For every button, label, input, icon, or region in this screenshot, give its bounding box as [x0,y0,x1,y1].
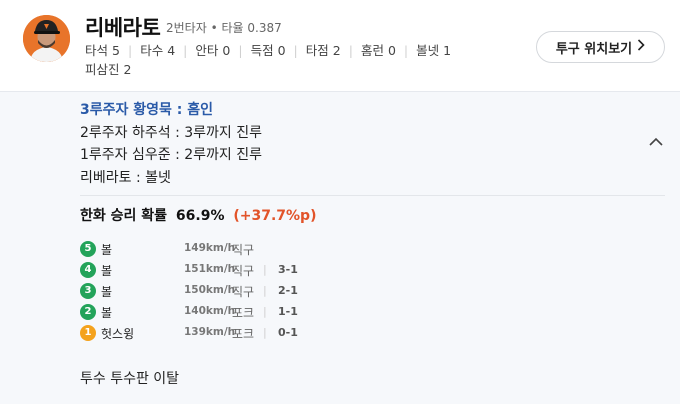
stat-value: 1 [443,43,452,58]
pitch-list: 5 볼 149km/h 직구 4 볼 151km/h 직구 | 3-1 3 볼 150km/h 직구 | 2-… [80,239,380,344]
chevron-up-icon[interactable] [647,134,665,148]
player-avatar [23,15,70,62]
count-separator: | [263,305,267,318]
pitch-kind: 직구 [232,285,255,299]
stat-label: 홈런 [360,43,384,58]
pitch-number-badge: 4 [80,262,96,278]
player-meta: 2번타자 • 타율 0.387 [166,19,282,36]
pitch-row: 5 볼 149km/h 직구 [80,239,380,260]
pitch-kind: 포크 [232,327,255,341]
play-event: 3루주자 황영묵 : 홈인 [80,102,214,118]
stat-value: 0 [222,43,231,58]
pitch-result: 볼 [101,264,113,278]
stat-label: 안타 [195,43,219,58]
pitch-speed: 150km/h [184,284,236,296]
win-prob-value: 66.9% [175,208,225,224]
stat-separator: | [127,43,133,58]
stat-separator: | [403,43,409,58]
stat-label: 타석 [85,43,109,58]
pitch-result: 볼 [101,285,113,299]
pitch-result: 볼 [101,306,113,320]
stat-separator: | [348,43,353,58]
win-prob-label: 한화 승리 확률 [80,208,168,224]
batter-stats: 타석 5 | 타수 4 | 안타 0 | 득점 0 | 타점 2 | 홈런 0 | 볼넷 1 피삼진 2 [85,41,505,79]
stat-label: 피삼진 [85,62,120,77]
play-events: 3루주자 황영묵 : 홈인 2루주자 하주석 : 3루까지 진루 1루주자 심우준 … [80,99,262,189]
win-probability: 한화 승리 확률 66.9% (+37.7%p) [80,205,316,225]
stat-item: 타수 4 [140,41,175,60]
ball-strike-count: 2-1 [278,284,298,297]
pitch-kind: 직구 [232,264,255,278]
ball-strike-count: 0-1 [278,326,298,339]
player-photo-icon [23,15,70,62]
player-name: 리베라토 [85,16,161,40]
stat-item: 피삼진 2 [85,60,131,79]
pitch-location-label: 투구 위치보기 [555,41,633,57]
pitch-speed: 151km/h [184,263,236,275]
play-event: 리베라토 : 볼넷 [80,169,171,186]
avg-value: 0.387 [247,21,282,35]
stat-item: 볼넷 1 [416,41,451,60]
pitch-row: 3 볼 150km/h 직구 | 2-1 [80,281,380,302]
stat-item: 안타 0 [195,41,230,60]
stat-separator: | [238,43,243,58]
pitch-result: 헛스윙 [101,327,135,341]
stat-label: 타점 [305,43,329,58]
pitch-number-badge: 1 [80,325,96,341]
pitch-kind: 포크 [232,306,255,320]
stat-separator: | [293,43,298,58]
pitch-location-button[interactable]: 투구 위치보기 [536,31,665,63]
batting-order: 2번타자 [166,21,207,35]
win-prob-delta: (+37.7%p) [233,208,317,224]
batter-header: 리베라토 2번타자 • 타율 0.387 타석 5 | 타수 4 | 안타 0 | 득점 0 | 타점 2… [0,0,680,92]
pitch-result: 볼 [101,243,113,257]
stat-value: 4 [167,43,176,58]
stat-item: 득점 0 [251,41,286,60]
divider [80,195,665,196]
ball-strike-count: 1-1 [278,305,298,318]
stat-item: 홈런 0 [361,41,396,60]
play-event: 1루주자 심우준 : 2루까지 진루 [80,147,263,163]
play-result: 투수 투수판 이탈 [80,371,180,387]
stat-value: 2 [123,62,132,77]
play-detail-panel: 3루주자 황영묵 : 홈인 2루주자 하주석 : 3루까지 진루 1루주자 심우준 … [0,92,680,404]
play-event: 2루주자 하주석 : 3루까지 진루 [80,124,263,141]
count-separator: | [263,284,267,297]
pitch-row: 4 볼 151km/h 직구 | 3-1 [80,260,380,281]
stat-value: 0 [387,43,396,58]
stat-label: 타수 [140,43,164,58]
stat-item: 타석 5 [85,41,120,60]
pitch-speed: 139km/h [184,326,236,338]
stat-value: 2 [332,43,341,58]
ball-strike-count: 3-1 [278,263,298,276]
avg-label: 타율 [221,21,244,35]
stat-item: 타점 2 [306,41,341,60]
meta-dot: • [210,21,218,35]
stat-value: 0 [277,43,286,58]
pitch-row: 1 헛스윙 139km/h 포크 | 0-1 [80,323,380,344]
count-separator: | [263,326,267,339]
count-separator: | [263,263,267,276]
stat-separator: | [183,43,188,58]
pitch-number-badge: 3 [80,283,96,299]
pitch-number-badge: 5 [80,241,96,257]
stat-label: 볼넷 [416,43,440,58]
pitch-speed: 140km/h [184,305,236,317]
stat-value: 5 [112,43,120,58]
pitch-kind: 직구 [232,243,255,257]
stat-label: 득점 [250,43,274,58]
pitch-speed: 149km/h [184,242,236,254]
chevron-right-icon [637,39,645,55]
pitch-row: 2 볼 140km/h 포크 | 1-1 [80,302,380,323]
pitch-number-badge: 2 [80,304,96,320]
